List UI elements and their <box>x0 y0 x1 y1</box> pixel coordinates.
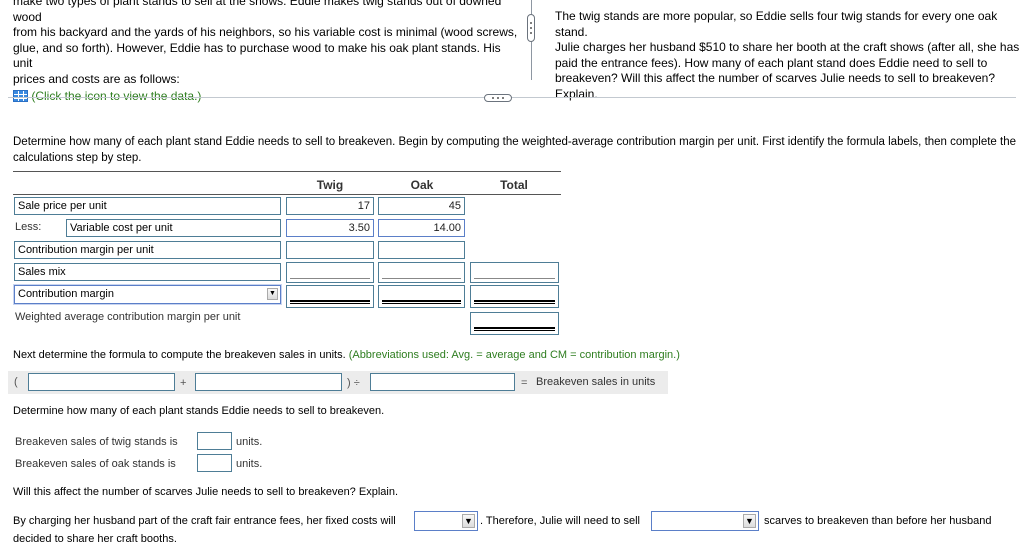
problem-line: breakeven? Will this affect the number o… <box>555 71 996 85</box>
formula-intro-text: Next determine the formula to compute th… <box>13 349 346 361</box>
oak-sale-price-input[interactable]: 45 <box>378 197 465 215</box>
row-label-cm-per-unit[interactable]: Contribution margin per unit <box>14 241 281 259</box>
explain-text-1: By charging her husband part of the craf… <box>13 515 396 527</box>
problem-text-right: The twig stands are more popular, so Edd… <box>555 9 1020 102</box>
explain-text-4: decided to share her craft booths. <box>13 533 177 545</box>
row-label-variable-cost[interactable]: Variable cost per unit <box>66 219 281 237</box>
explain-text-2: . Therefore, Julie will need to sell <box>480 515 640 527</box>
oak-sales-mix-input[interactable] <box>378 262 465 283</box>
breakeven-intro: Determine how many of each plant stands … <box>13 405 385 417</box>
instructions-line: Determine how many of each plant stand E… <box>13 136 1016 148</box>
formula-input-1[interactable] <box>28 373 175 391</box>
oak-cm-per-unit-input[interactable] <box>378 241 465 259</box>
resize-handle-horizontal[interactable] <box>484 94 512 102</box>
table-icon[interactable] <box>13 90 28 102</box>
column-header-oak: Oak <box>410 178 434 192</box>
oak-breakeven-input[interactable] <box>197 454 232 472</box>
problem-line: Explain. <box>555 86 598 101</box>
open-paren: ( <box>14 376 18 388</box>
formula-input-2[interactable] <box>195 373 342 391</box>
scarves-select[interactable]: ▼ <box>651 511 759 531</box>
less-label: Less: <box>15 221 42 233</box>
total-sales-mix-input[interactable] <box>470 262 559 283</box>
table-top-rule <box>13 171 561 172</box>
twig-variable-cost-input[interactable]: 3.50 <box>286 219 374 237</box>
oak-cm-input[interactable] <box>378 285 465 308</box>
problem-line: from his backyard and the yards of his n… <box>13 25 518 39</box>
column-header-twig: Twig <box>316 178 344 192</box>
resize-handle-vertical[interactable] <box>527 14 535 42</box>
divide-operator: ) ÷ <box>347 377 360 389</box>
twig-sale-price-input[interactable]: 17 <box>286 197 374 215</box>
header-bottom-rule <box>13 194 561 195</box>
twig-cm-input[interactable] <box>286 285 374 308</box>
weighted-avg-cm-input[interactable] <box>470 312 559 335</box>
fixed-costs-select[interactable]: ▼ <box>414 511 478 531</box>
total-cm-input[interactable] <box>470 285 559 308</box>
oak-variable-cost-input[interactable]: 14.00 <box>378 219 465 237</box>
row-label-weighted-avg-cm: Weighted average contribution margin per… <box>15 311 241 323</box>
formula-result-label: Breakeven sales in units <box>536 376 656 388</box>
explain-text-3: scarves to breakeven than before her hus… <box>764 515 992 527</box>
twig-breakeven-label: Breakeven sales of twig stands is <box>15 436 178 448</box>
plus-operator: + <box>180 377 187 389</box>
panel-divider-horizontal[interactable] <box>8 97 1016 98</box>
twig-breakeven-input[interactable] <box>197 432 232 450</box>
column-header-total: Total <box>500 178 528 192</box>
select-value: Contribution margin <box>18 288 114 300</box>
twig-units-label: units. <box>236 436 263 448</box>
formula-intro: Next determine the formula to compute th… <box>13 349 680 361</box>
problem-line: The twig stands are more popular, so Edd… <box>555 9 998 39</box>
problem-line: make two types of plant stands to sell a… <box>13 0 502 24</box>
row-label-sales-mix[interactable]: Sales mix <box>14 263 281 281</box>
problem-text-left: make two types of plant stands to sell a… <box>13 0 523 105</box>
row-label-sale-price[interactable]: Sale price per unit <box>14 197 281 215</box>
oak-units-label: units. <box>236 458 263 470</box>
chevron-down-icon[interactable]: ▼ <box>267 288 278 300</box>
problem-line: prices and costs are as follows: <box>13 71 180 86</box>
twig-sales-mix-input[interactable] <box>286 262 374 283</box>
oak-breakeven-label: Breakeven sales of oak stands is <box>15 458 176 470</box>
equals-operator: = <box>521 377 528 389</box>
instructions-line: calculations step by step. <box>13 151 142 164</box>
data-link-text[interactable]: (Click the icon to view the data.) <box>31 89 201 103</box>
abbreviation-note: (Abbreviations used: Avg. = average and … <box>348 349 680 361</box>
chevron-down-icon[interactable]: ▼ <box>743 514 756 528</box>
twig-cm-per-unit-input[interactable] <box>286 241 374 259</box>
chevron-down-icon[interactable]: ▼ <box>462 514 475 528</box>
problem-line: Julie charges her husband $510 to share … <box>555 40 1020 54</box>
instructions: Determine how many of each plant stand E… <box>13 135 1018 166</box>
row-label-cm-select[interactable]: Contribution margin ▼ <box>14 285 281 304</box>
problem-line: glue, and so forth). However, Eddie has … <box>13 40 501 71</box>
explain-question: Will this affect the number of scarves J… <box>13 486 398 498</box>
problem-line: paid the entrance fees). How many of eac… <box>555 55 988 70</box>
formula-input-3[interactable] <box>370 373 515 391</box>
